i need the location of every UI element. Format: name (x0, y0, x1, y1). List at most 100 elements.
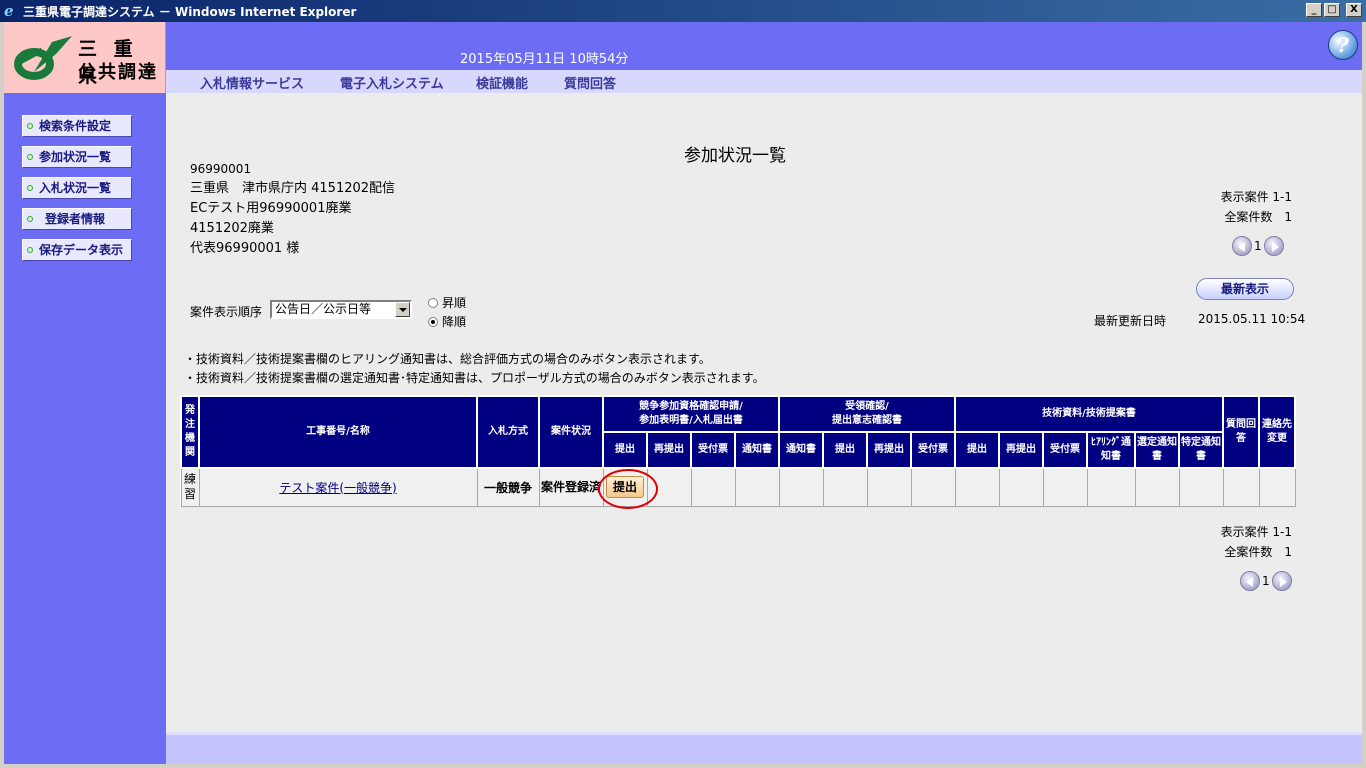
radio-checked-icon[interactable] (428, 316, 438, 327)
prev-page-icon[interactable] (1232, 236, 1252, 256)
row-cell (1134, 467, 1180, 507)
note-hearing: ・技術資料／技術提案書欄のヒアリング通知書は、総合評価方式の場合のみボタン表示さ… (184, 352, 711, 366)
menu-bid-info[interactable]: 入札情報サービス (200, 73, 304, 92)
sort-order-label: 案件表示順序 (190, 305, 263, 319)
row-cell (734, 467, 780, 507)
col-header-kikan: 発注機関 (180, 395, 200, 469)
window-title: 三重県電子調達システム － Windows Internet Explorer (23, 4, 357, 19)
sidebar-item-label: 保存データ表示 (39, 243, 124, 257)
sidebar-item-label: 入札状況一覧 (39, 181, 112, 195)
row-cell (1042, 467, 1088, 507)
logo: 三 重 県 公共調達 (4, 22, 166, 93)
project-name-link[interactable]: テスト案件(一般競争) (279, 481, 396, 495)
user-department: 4151202廃業 (190, 221, 274, 236)
col-header-question: 質問回答 (1222, 395, 1260, 469)
row-method: 一般競争 (476, 467, 540, 507)
col-header-g1-submit: 提出 (602, 431, 648, 469)
sidebar-item-participation-list[interactable]: 参加状況一覧 (22, 146, 132, 168)
next-page-icon[interactable] (1263, 236, 1284, 256)
footer-bar (166, 732, 1362, 764)
top-pager: 1 (1232, 236, 1284, 256)
chevron-down-icon[interactable] (395, 302, 410, 317)
last-updated-value: 2015.05.11 10:54 (1198, 312, 1306, 326)
table-row: 練習 テスト案件(一般競争) 一般競争 案件登録済 提出 (180, 467, 1296, 507)
header: 2015年05月11日 10時54分 ? (166, 22, 1362, 70)
row-cell (1178, 467, 1224, 507)
user-company: ECテスト用96990001廃業 (190, 201, 352, 216)
sidebar-item-registrant-info[interactable]: 登録者情報 (22, 208, 132, 230)
menu-verification[interactable]: 検証機能 (476, 73, 528, 92)
sidebar-item-label: 検索条件設定 (39, 119, 112, 133)
row-name-cell: テスト案件(一般競争) (198, 467, 478, 507)
menu-qa[interactable]: 質問回答 (564, 73, 616, 92)
bullet-icon (27, 216, 33, 222)
main-menu: 入札情報サービス 電子入札システム 検証機能 質問回答 (166, 70, 1362, 93)
col-header-g2-receipt: 受付票 (910, 431, 956, 469)
sidebar-item-label: 登録者情報 (45, 212, 106, 226)
bullet-icon (27, 154, 33, 160)
bullet-icon (27, 123, 33, 129)
col-header-group-application: 競争参加資格確認申請/ 参加表明書/入札届出書 (602, 395, 780, 433)
radio-ascending[interactable]: 昇順 (428, 294, 466, 311)
refresh-button[interactable]: 最新表示 (1196, 278, 1294, 300)
row-kikan: 練習 (180, 467, 200, 507)
col-header-g1-receipt: 受付票 (690, 431, 736, 469)
row-cell (910, 467, 956, 507)
sort-order-value: 公告日／公示日等 (275, 302, 372, 316)
col-header-g3-submit: 提出 (954, 431, 1000, 469)
col-header-g1-notice: 通知書 (734, 431, 780, 469)
current-datetime: 2015年05月11日 10時54分 (460, 52, 629, 67)
col-header-status: 案件状況 (538, 395, 604, 469)
menu-e-bidding[interactable]: 電子入札システム (340, 73, 444, 92)
col-header-contact: 連絡先変更 (1258, 395, 1296, 469)
participation-table: 発注機関 工事番号/名称 入札方式 案件状況 競争参加資格確認申請/ 参加表明書… (180, 395, 1296, 507)
bullet-icon (27, 185, 33, 191)
next-page-icon[interactable] (1271, 571, 1292, 591)
col-header-g1-resubmit: 再提出 (646, 431, 692, 469)
col-header-group-receipt: 受領確認/ 提出意志確認書 (778, 395, 956, 433)
user-representative: 代表96990001 様 (190, 241, 300, 256)
top-page-number: 1 (1254, 239, 1262, 253)
note-proposal: ・技術資料／技術提案書欄の選定通知書･特定通知書は、プロポーザル方式の場合のみボ… (184, 371, 765, 385)
col-header-g3-selection: 選定通知書 (1134, 431, 1180, 469)
row-cell (998, 467, 1044, 507)
prev-page-icon[interactable] (1240, 571, 1260, 591)
radio-descending-label: 降順 (442, 315, 467, 329)
row-cell (866, 467, 912, 507)
window-titlebar: e 三重県電子調達システム － Windows Internet Explore… (0, 0, 1366, 22)
sort-order-select[interactable]: 公告日／公示日等 (270, 300, 412, 319)
user-address: 三重県 津市県庁内 4151202配信 (190, 181, 396, 196)
sidebar-item-search-settings[interactable]: 検索条件設定 (22, 115, 132, 137)
last-updated-label: 最新更新日時 (1094, 314, 1167, 328)
sidebar-item-saved-data[interactable]: 保存データ表示 (22, 239, 132, 261)
ie-icon: e (4, 2, 14, 20)
col-header-g2-notice: 通知書 (778, 431, 824, 469)
row-status: 案件登録済 (538, 467, 604, 507)
col-header-g2-submit: 提出 (822, 431, 868, 469)
logo-text-procurement: 公共調達 (78, 62, 158, 83)
user-id: 96990001 (190, 162, 252, 176)
col-header-method: 入札方式 (476, 395, 540, 469)
row-cell (1222, 467, 1260, 507)
help-icon[interactable]: ? (1328, 30, 1358, 60)
row-cell (954, 467, 1000, 507)
row-cell (822, 467, 868, 507)
main-content: 参加状況一覧 96990001 三重県 津市県庁内 4151202配信 ECテス… (166, 93, 1362, 764)
radio-icon[interactable] (428, 297, 438, 308)
sidebar-item-bid-status-list[interactable]: 入札状況一覧 (22, 177, 132, 199)
col-header-g3-specific: 特定通知書 (1178, 431, 1224, 469)
close-button[interactable]: X (1346, 3, 1362, 17)
maximize-button[interactable]: □ (1324, 3, 1340, 17)
col-header-g3-receipt: 受付票 (1042, 431, 1088, 469)
bottom-total-count: 全案件数 1 (1224, 545, 1292, 559)
radio-descending[interactable]: 降順 (428, 313, 466, 330)
col-header-g3-resubmit: 再提出 (998, 431, 1044, 469)
top-display-range: 表示案件 1-1 (1220, 190, 1292, 204)
highlight-circle (598, 469, 658, 509)
col-header-g3-hearing: ﾋｱﾘﾝｸﾞ通知書 (1086, 431, 1136, 469)
browser-content: 三 重 県 公共調達 2015年05月11日 10時54分 ? 入札情報サービス… (4, 22, 1362, 764)
minimize-button[interactable]: _ (1306, 3, 1322, 17)
top-total-count: 全案件数 1 (1224, 210, 1292, 224)
radio-ascending-label: 昇順 (442, 296, 467, 310)
sidebar: 検索条件設定 参加状況一覧 入札状況一覧 登録者情報 保存データ表示 (4, 93, 166, 764)
